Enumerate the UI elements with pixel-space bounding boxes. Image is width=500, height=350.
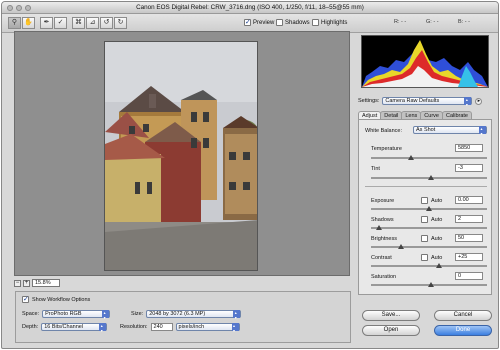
- minimize-window-button[interactable]: [16, 5, 22, 11]
- contrast-label: Contrast: [371, 255, 392, 261]
- save-button[interactable]: Save...: [362, 310, 420, 321]
- tint-label: Tint: [371, 166, 380, 172]
- camera-raw-window: Canon EOS Digital Rebel: CRW_3716.dng (I…: [1, 1, 499, 349]
- size-select[interactable]: 2048 by 3072 (6.3 MP): [146, 310, 242, 318]
- open-button[interactable]: Open: [362, 325, 420, 336]
- saturation-slider[interactable]: [371, 282, 487, 287]
- tint-input[interactable]: -3: [455, 164, 483, 172]
- exposure-input[interactable]: 0.00: [455, 196, 483, 204]
- saturation-slider-thumb[interactable]: [428, 282, 434, 287]
- temperature-slider[interactable]: [371, 155, 487, 160]
- zoom-level-select[interactable]: 15.8%: [32, 279, 60, 287]
- cancel-button[interactable]: Cancel: [434, 310, 492, 321]
- show-workflow-options-checkbox[interactable]: ✓ Show Workflow Options: [22, 296, 90, 303]
- white-balance-label: White Balance:: [365, 128, 402, 134]
- settings-menu-icon[interactable]: ▸: [475, 97, 483, 105]
- color-sampler-tool-icon[interactable]: ✓: [54, 17, 67, 29]
- image-preview-area[interactable]: [14, 31, 350, 276]
- rotate-left-icon[interactable]: ↺: [100, 17, 113, 29]
- zoom-window-button[interactable]: [25, 5, 31, 11]
- contrast-slider[interactable]: [371, 263, 487, 268]
- histogram: [361, 35, 489, 88]
- brightness-input[interactable]: 50: [455, 234, 483, 242]
- rgb-readout-b: B: - -: [458, 19, 470, 25]
- shadows-auto-checkbox[interactable]: Auto: [421, 216, 442, 223]
- zoom-tool-icon[interactable]: ⚲: [8, 17, 21, 29]
- zoom-controls: − + 15.8%: [14, 278, 60, 288]
- exposure-label: Exposure: [371, 198, 395, 204]
- adjustments-panel: Adjust Detail Lens Curve Calibrate White…: [358, 109, 492, 297]
- settings-select[interactable]: Camera Raw Defaults: [382, 97, 473, 105]
- preview-checkbox[interactable]: ✓ Preview: [244, 19, 274, 26]
- exposure-auto-checkbox[interactable]: Auto: [421, 197, 442, 204]
- exposure-slider[interactable]: [371, 206, 487, 211]
- title-bar: Canon EOS Digital Rebel: CRW_3716.dng (I…: [2, 2, 498, 14]
- contrast-slider-thumb[interactable]: [436, 263, 442, 268]
- contrast-auto-checkbox[interactable]: Auto: [421, 254, 442, 261]
- brightness-auto-checkbox[interactable]: Auto: [421, 235, 442, 242]
- rotate-right-icon[interactable]: ↻: [114, 17, 127, 29]
- window-controls: [7, 5, 31, 11]
- shadows-slider[interactable]: [371, 225, 487, 230]
- window-title: Canon EOS Digital Rebel: CRW_3716.dng (I…: [136, 4, 364, 11]
- shadows-label: Shadows: [371, 217, 394, 223]
- rgb-readout-r: R: - -: [394, 19, 407, 25]
- rgb-readout-g: G: - -: [426, 19, 439, 25]
- white-balance-select[interactable]: As Shot: [413, 126, 487, 134]
- close-window-button[interactable]: [7, 5, 13, 11]
- settings-row: Settings: Camera Raw Defaults ▸: [358, 97, 483, 105]
- straighten-tool-icon[interactable]: ⊿: [86, 17, 99, 29]
- crop-tool-icon[interactable]: ⌘: [72, 17, 85, 29]
- adjust-tab-body: White Balance: As Shot Temperature 5850 …: [358, 119, 492, 295]
- tint-slider[interactable]: [371, 175, 487, 180]
- tint-slider-thumb[interactable]: [428, 175, 434, 180]
- brightness-slider[interactable]: [371, 244, 487, 249]
- workflow-options: ✓ Show Workflow Options Space: ProPhoto …: [15, 291, 351, 343]
- temperature-slider-thumb[interactable]: [408, 155, 414, 160]
- brightness-label: Brightness: [371, 236, 397, 242]
- zoom-in-button[interactable]: +: [23, 279, 30, 287]
- shadows-input[interactable]: 2: [455, 215, 483, 223]
- zoom-out-button[interactable]: −: [14, 279, 21, 287]
- divider: [365, 186, 487, 187]
- highlights-clipping-checkbox[interactable]: Highlights: [312, 19, 347, 26]
- done-button[interactable]: Done: [434, 325, 492, 336]
- depth-row: Depth: 16 Bits/Channel: [22, 323, 108, 331]
- white-balance-tool-icon[interactable]: ✒: [40, 17, 53, 29]
- preview-check-box[interactable]: ✓: [244, 19, 251, 26]
- brightness-slider-thumb[interactable]: [398, 244, 404, 249]
- space-select[interactable]: ProPhoto RGB: [42, 310, 111, 318]
- space-row: Space: ProPhoto RGB: [22, 310, 111, 318]
- shadows-slider-thumb[interactable]: [376, 225, 382, 230]
- photo-preview: [104, 41, 258, 271]
- resolution-input[interactable]: 240: [150, 323, 173, 331]
- depth-select[interactable]: 16 Bits/Channel: [41, 323, 108, 331]
- resolution-row: Resolution: 240 pixels/inch: [120, 323, 240, 331]
- exposure-slider-thumb[interactable]: [426, 206, 432, 211]
- size-row: Size: 2048 by 3072 (6.3 MP): [131, 310, 242, 318]
- temperature-input[interactable]: 5850: [455, 144, 483, 152]
- temperature-label: Temperature: [371, 146, 402, 152]
- saturation-label: Saturation: [371, 274, 397, 280]
- saturation-input[interactable]: 0: [455, 272, 483, 280]
- shadows-clipping-checkbox[interactable]: Shadows: [276, 19, 310, 26]
- contrast-input[interactable]: +25: [455, 253, 483, 261]
- hand-tool-icon[interactable]: ✋: [22, 17, 35, 29]
- resolution-unit-select[interactable]: pixels/inch: [175, 323, 240, 331]
